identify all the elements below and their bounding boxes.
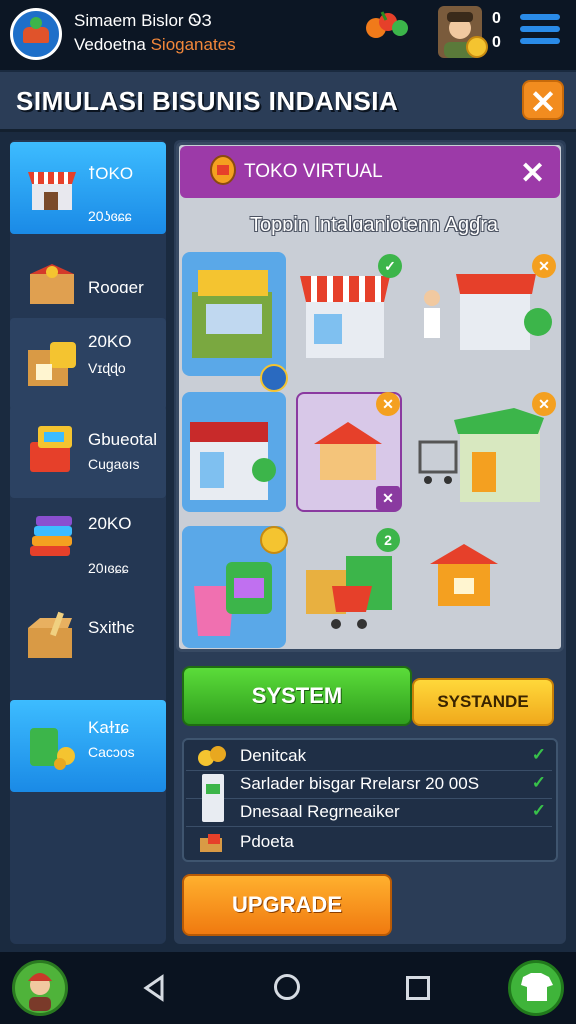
- sidebar-item-gbueotal[interactable]: Gbueotal Cugaɞıs: [10, 406, 166, 498]
- cash-register-icon: [30, 426, 72, 472]
- app-subtitle-b: Sioganates: [150, 35, 236, 54]
- hamburger-menu-icon[interactable]: [520, 14, 560, 48]
- badge-coin-icon: [260, 364, 288, 392]
- list-item: Denitcak ✓: [186, 742, 552, 771]
- shop-badge-icon: [210, 155, 236, 185]
- list-item-text: Dnesaal Regrneaiker: [240, 802, 400, 821]
- panel-subtitle: Topɒin Intalɑaniotenn Agɠra: [250, 214, 498, 236]
- box-icon: [200, 834, 222, 852]
- badge-close-icon[interactable]: ✕: [532, 392, 556, 416]
- badge-check-icon: ✓: [378, 254, 402, 278]
- sidebar-item-20ko[interactable]: 20KO Vɪɖɖo: [10, 318, 166, 410]
- coin-icon: [466, 36, 488, 58]
- sidebar-item-label: Kaɫɪɕ: [88, 718, 129, 737]
- app-subtitle-a: Vedoetna: [74, 35, 151, 54]
- sidebar-item-label: Gbueotal: [88, 430, 157, 449]
- sidebar-item-toko[interactable]: ꝉOKO 20ʖɞɕɕ: [10, 142, 166, 234]
- shop-tile-4[interactable]: [182, 392, 286, 512]
- list-item: Pdoeta: [186, 828, 552, 856]
- stat-value-2: 0: [492, 34, 501, 51]
- shirt-shop-icon: [521, 973, 553, 1001]
- sidebar-item-rooaer[interactable]: Rooɑer: [10, 238, 166, 330]
- fruit-basket-icon[interactable]: [362, 8, 412, 42]
- stat-value-1: 0: [492, 10, 501, 27]
- home-icon[interactable]: [274, 974, 300, 1000]
- badge-coin-icon: [260, 526, 288, 554]
- market-building-icon: [190, 422, 276, 500]
- sidebar-item-label: 20KO: [88, 332, 132, 351]
- kiosk-icon: [430, 544, 498, 606]
- page-title: SIMULASI BISUNIS INDANSIA: [16, 86, 399, 116]
- profile-avatar-icon[interactable]: [12, 960, 68, 1016]
- check-icon: ✓: [531, 745, 546, 764]
- list-item: Sarlader bisgar Rrelarsr 20 00S ✓: [186, 770, 552, 822]
- upgrade-button[interactable]: UPGRADE: [182, 874, 392, 936]
- badge-close-icon[interactable]: ✕: [376, 392, 400, 416]
- close-icon[interactable]: ✕: [520, 156, 545, 191]
- shop-tile-9[interactable]: [410, 526, 560, 648]
- parcel-icon: [28, 611, 72, 658]
- app-logo-icon[interactable]: [10, 8, 62, 60]
- shop-button-icon[interactable]: [508, 960, 564, 1016]
- gift-box-icon: [30, 264, 74, 304]
- sidebar-item-sublabel: Cacɔos: [88, 744, 135, 760]
- list-item-text: Denitcak: [240, 746, 307, 765]
- list-item: Dnesaal Regrneaiker ✓: [186, 798, 552, 827]
- shop-tile-1[interactable]: [182, 252, 286, 376]
- app-subtitle: Vedoetna Sioganates: [74, 35, 236, 55]
- avatar-face-icon: [28, 973, 52, 1011]
- list-item-text: Sarlader bisgar Rrelarsr 20 00S: [240, 774, 480, 793]
- shop-icon: [28, 172, 76, 210]
- sidebar-item-sublabel: 20ʖɞɕɕ: [88, 208, 132, 224]
- coins-icon: [198, 746, 226, 766]
- close-icon[interactable]: ✕: [522, 80, 564, 120]
- badge-close-icon[interactable]: ✕: [532, 254, 556, 278]
- sidebar-item-label: ꝉOKO: [88, 164, 134, 183]
- check-icon: ✓: [531, 773, 546, 792]
- sidebar-item-sublabel: 20ıɞɕɕ: [88, 560, 129, 576]
- stack-icon: [30, 516, 72, 556]
- sidebar-item-sxithe[interactable]: Sxithє: [10, 596, 166, 688]
- system-button[interactable]: SYSTEM: [182, 666, 412, 726]
- sidebar-item-label: Sxithє: [88, 618, 135, 637]
- recent-apps-icon[interactable]: [406, 976, 430, 1000]
- panel-title: TOKO VIRTUAL: [244, 161, 383, 182]
- box-shop-icon: [28, 342, 76, 386]
- systande-button[interactable]: SYSTANDE: [412, 678, 554, 726]
- sidebar-item-label: 20KO: [88, 514, 132, 533]
- sidebar-item-kalis[interactable]: Kaɫɪɕ Cacɔos: [10, 700, 166, 792]
- app-title: Simaem Bislor ᏫЗ: [74, 11, 212, 30]
- category-sidebar: ꝉOKO 20ʖɞɕɕ Rooɑer 20KO Vɪɖɖo Gbueotal C…: [10, 140, 166, 944]
- money-bag-icon: [30, 728, 75, 770]
- badge-close-icon[interactable]: ✕: [376, 486, 400, 510]
- check-icon: ✓: [531, 801, 546, 820]
- sidebar-item-sublabel: Vɪɖɖo: [88, 360, 126, 376]
- sidebar-item-20ko-2[interactable]: 20KO 20ıɞɕɕ: [10, 498, 166, 590]
- sidebar-item-sublabel: Cugaɞıs: [88, 456, 140, 472]
- back-icon[interactable]: [142, 974, 168, 1002]
- sidebar-item-label: Rooɑer: [88, 278, 144, 297]
- list-item-text: Pdoeta: [240, 832, 294, 851]
- store-building-icon: [192, 270, 272, 358]
- badge-level: 2: [376, 528, 400, 552]
